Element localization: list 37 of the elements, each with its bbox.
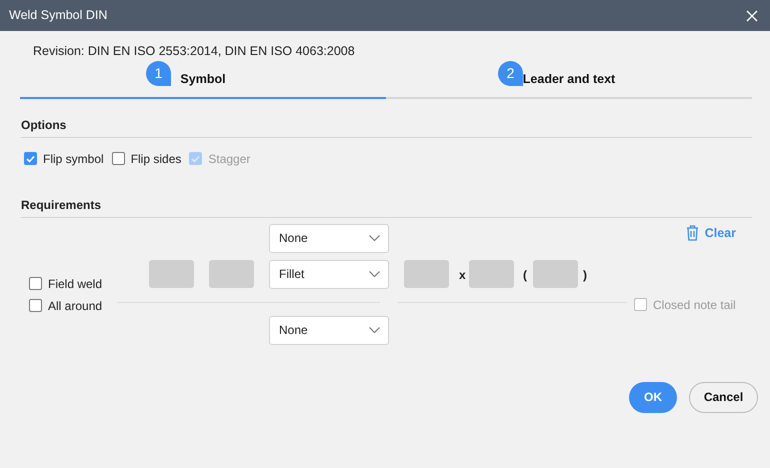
checkbox[interactable]	[29, 299, 42, 312]
checkbox-label: Flip sides	[130, 150, 182, 168]
dropdown[interactable]: None	[269, 224, 389, 253]
revision-text: Revision: DIN EN ISO 2553:2014, DIN EN ISO 4063:2008	[33, 44, 355, 58]
checkbox[interactable]	[29, 277, 42, 290]
separator-text: (	[523, 266, 527, 284]
separator-text: )	[583, 266, 587, 284]
dropdown[interactable]: None	[269, 316, 389, 345]
checkbox-label: Flip symbol	[43, 150, 104, 168]
step-badge: 1	[146, 60, 171, 86]
close-icon[interactable]	[744, 8, 760, 24]
checkbox[interactable]	[24, 152, 37, 166]
cancel-button[interactable]: Cancel	[689, 382, 758, 413]
checkbox-label: Field weld	[48, 276, 102, 293]
input-field[interactable]	[209, 260, 254, 288]
section-heading: Options	[21, 118, 66, 132]
dropdown[interactable]: Fillet	[269, 260, 389, 289]
chevron-icon	[369, 271, 380, 278]
checkbox-label: Closed note tail	[653, 296, 736, 314]
checkbox-label: All around	[48, 298, 102, 315]
tab-label: Symbol	[180, 71, 226, 88]
checkbox-label: Stagger	[208, 150, 250, 168]
input-field[interactable]	[533, 260, 578, 288]
input-field[interactable]	[404, 260, 449, 288]
step-badge: 2	[498, 60, 523, 86]
tab[interactable]: 1 Symbol	[20, 60, 386, 99]
window-title: Weld Symbol DIN	[9, 7, 108, 24]
section-heading: Requirements	[21, 198, 102, 212]
checkbox[interactable]	[112, 152, 125, 166]
chevron-icon	[369, 235, 380, 242]
chevron-icon	[369, 327, 380, 334]
input-field[interactable]	[469, 260, 514, 288]
trash-icon	[686, 225, 699, 242]
separator-text: x	[459, 266, 466, 284]
input-field[interactable]	[149, 260, 194, 288]
tab-label: Leader and text	[522, 71, 616, 88]
tab[interactable]: 2 Leader and text	[386, 60, 752, 99]
